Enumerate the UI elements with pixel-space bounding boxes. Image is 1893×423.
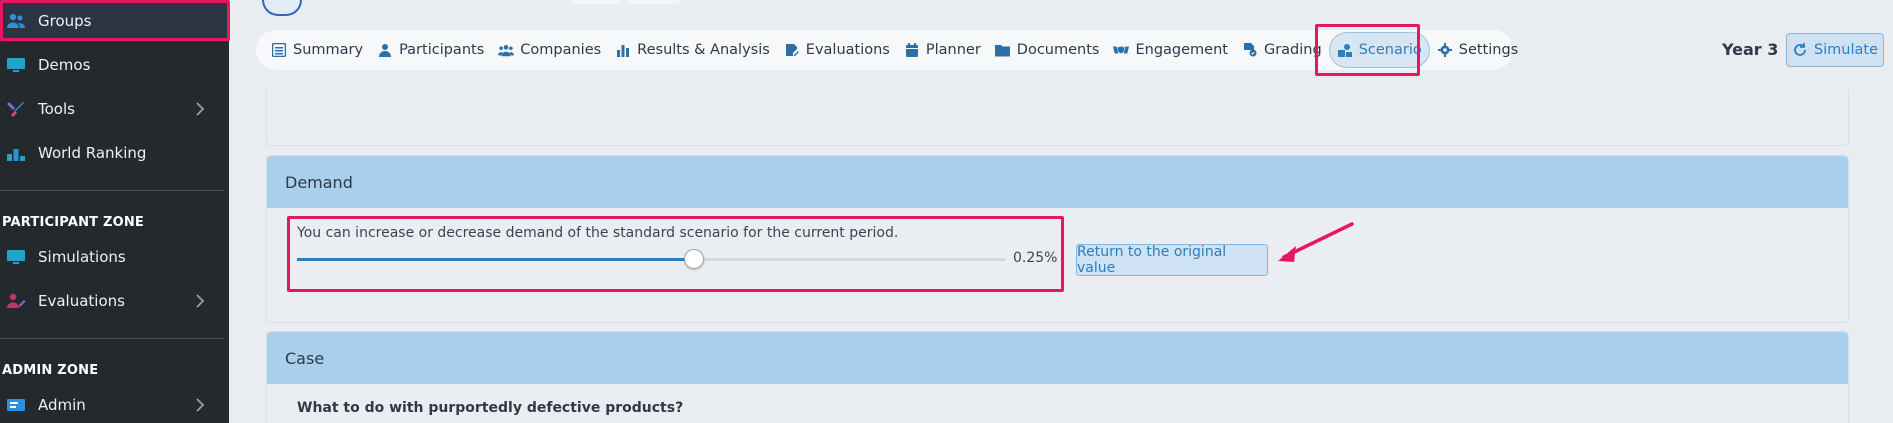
- sidebar-item-admin[interactable]: Admin: [0, 384, 229, 423]
- refresh-icon: [1794, 43, 1806, 56]
- tab-label: Summary: [293, 42, 364, 58]
- sidebar-item-tools[interactable]: Tools: [0, 88, 229, 130]
- year-indicator: Year 3: [1722, 40, 1779, 59]
- user-edit-icon: [6, 291, 26, 311]
- case-header: Case: [267, 332, 1848, 384]
- tab-bar: Summary Participants Companies Results &…: [256, 30, 1518, 70]
- simulate-button[interactable]: Simulate: [1786, 33, 1884, 67]
- case-question: What to do with purportedly defective pr…: [297, 400, 684, 416]
- tab-documents[interactable]: Documents: [988, 32, 1107, 68]
- sidebar-item-label: World Ranking: [38, 144, 147, 162]
- monitor-icon: [6, 55, 26, 75]
- podium-icon: [6, 143, 26, 163]
- tab-label: Participants: [399, 42, 485, 58]
- annotation-arrow-icon: [1278, 222, 1354, 262]
- chevron-right-icon: [196, 102, 205, 116]
- sidebar-divider: [0, 338, 224, 339]
- tab-evaluations[interactable]: Evaluations: [777, 32, 897, 68]
- tab-label: Engagement: [1135, 42, 1228, 58]
- section-participant-zone: PARTICIPANT ZONE: [2, 215, 145, 230]
- simulate-label: Simulate: [1813, 42, 1879, 58]
- return-original-value-button[interactable]: Return to the original value: [1076, 244, 1268, 276]
- slider-fill: [297, 258, 695, 261]
- scenario-icon: [1337, 42, 1353, 58]
- users-icon: [498, 42, 515, 58]
- tab-label: Planner: [925, 42, 981, 58]
- chevron-right-icon: [196, 294, 205, 308]
- chevron-right-icon: [196, 398, 205, 412]
- sidebar: Groups Demos Tools World Ranking PARTICI…: [0, 0, 229, 423]
- bar-chart-icon: [615, 42, 631, 58]
- section-admin-zone: ADMIN ZONE: [2, 363, 99, 378]
- tab-scenario[interactable]: Scenario: [1328, 32, 1430, 68]
- user-icon: [377, 42, 393, 58]
- sidebar-item-label: Demos: [38, 56, 91, 74]
- previous-card: [266, 90, 1849, 146]
- slider-thumb[interactable]: [684, 249, 705, 269]
- tab-label: Documents: [1016, 42, 1100, 58]
- handshake-icon: [1113, 42, 1130, 58]
- tab-summary[interactable]: Summary: [264, 32, 370, 68]
- sidebar-item-label: Groups: [38, 12, 92, 30]
- sidebar-item-demos[interactable]: Demos: [0, 44, 229, 86]
- sidebar-item-label: Simulations: [38, 248, 126, 266]
- tab-label: Companies: [520, 42, 602, 58]
- sidebar-item-evaluations[interactable]: Evaluations: [0, 280, 229, 322]
- slider-value: 0.25%: [1013, 250, 1058, 266]
- gear-icon: [1437, 42, 1453, 58]
- demand-header: Demand: [267, 156, 1848, 208]
- calendar-icon: [904, 42, 920, 58]
- sidebar-item-label: Admin: [38, 396, 86, 414]
- sidebar-item-world-ranking[interactable]: World Ranking: [0, 132, 229, 174]
- tab-companies[interactable]: Companies: [491, 32, 608, 68]
- edit-icon: [784, 42, 800, 58]
- tab-label: Grading: [1263, 42, 1322, 58]
- demand-description: You can increase or decrease demand of t…: [297, 225, 899, 241]
- tab-settings[interactable]: Settings: [1430, 32, 1525, 68]
- tab-engagement[interactable]: Engagement: [1106, 32, 1235, 68]
- tab-label: Settings: [1458, 42, 1519, 58]
- sidebar-item-label: Tools: [38, 100, 75, 118]
- tab-participants[interactable]: Participants: [370, 32, 491, 68]
- tab-label: Evaluations: [805, 42, 890, 58]
- header-pill: [628, 0, 680, 4]
- sidebar-item-simulations[interactable]: Simulations: [0, 236, 229, 278]
- tab-planner[interactable]: Planner: [897, 32, 988, 68]
- tab-label: Scenario: [1358, 42, 1422, 58]
- sidebar-divider: [0, 190, 224, 191]
- sidebar-item-label: Evaluations: [38, 292, 125, 310]
- sidebar-item-groups[interactable]: Groups: [0, 0, 229, 42]
- monitor-icon: [6, 247, 26, 267]
- folder-icon: [994, 42, 1011, 58]
- tab-grading[interactable]: Grading: [1235, 32, 1329, 68]
- admin-icon: [6, 395, 26, 415]
- grading-icon: [1242, 42, 1258, 58]
- tab-label: Results & Analysis: [637, 42, 770, 58]
- app-logo: [262, 0, 302, 16]
- list-icon: [271, 42, 287, 58]
- header-pill: [572, 0, 620, 4]
- tools-icon: [6, 99, 26, 119]
- demand-slider[interactable]: [297, 258, 1006, 261]
- users-icon: [6, 11, 26, 31]
- tab-results-analysis[interactable]: Results & Analysis: [608, 32, 777, 68]
